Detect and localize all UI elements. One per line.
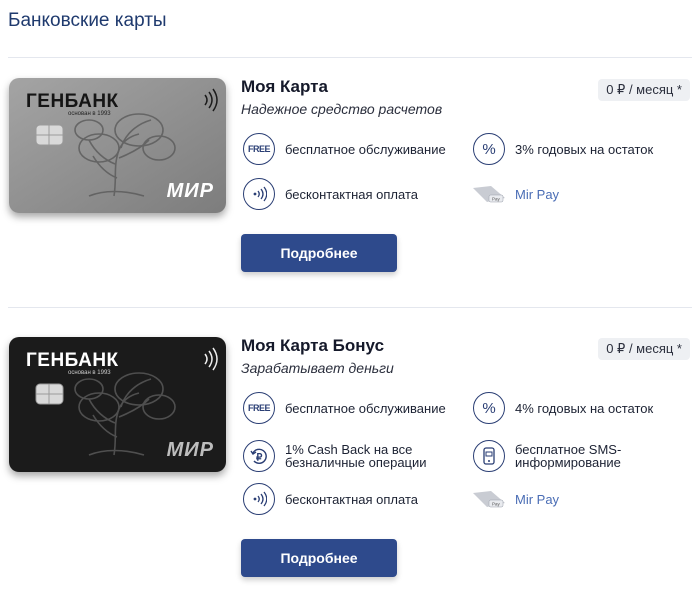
feature-interest: % 3% годовых на остаток (473, 133, 653, 165)
feature-sms: бесплатное SMS-информирование (473, 440, 635, 472)
feature-interest: % 4% годовых на остаток (473, 392, 653, 424)
price-badge: 0 ₽ / месяц * (598, 338, 690, 360)
feature-mir-pay: Pay Mir Pay (471, 489, 559, 509)
free-icon: FREE (243, 133, 275, 165)
feature-text: бесконтактная оплата (285, 186, 418, 202)
card-payment-system: МИР (166, 180, 214, 202)
feature-text: Mir Pay (515, 186, 560, 202)
card-image[interactable]: ГЕНБАНК основан в 1993 МИР (9, 337, 226, 472)
sms-icon (473, 440, 505, 472)
card-bank-logo: ГЕНБАНК (26, 91, 119, 112)
divider (8, 307, 692, 308)
feature-free-service: FREE бесплатное обслуживание (243, 133, 446, 165)
feature-free-service: FREE бесплатное обслуживание (243, 392, 446, 424)
card-image[interactable]: ГЕНБАНК основан в 1993 МИР (9, 78, 226, 213)
contactless-icon (243, 178, 275, 210)
mir-pay-icon: Pay (473, 491, 505, 508)
product-subtitle: Надежное средство расчетов (241, 101, 443, 117)
card-bank-logo-sub: основан в 1993 (68, 370, 111, 376)
card-payment-system: МИР (166, 439, 214, 461)
details-button[interactable]: Подробнее (241, 539, 397, 577)
product-subtitle: Зарабатывает деньги (241, 360, 394, 376)
feature-text: бесплатное SMS-информирование (515, 442, 622, 470)
cashback-icon: ₽ (243, 440, 275, 472)
percent-icon: % (473, 133, 505, 165)
percent-icon: % (473, 392, 505, 424)
feature-text: 3% годовых на остаток (515, 141, 654, 157)
divider (8, 57, 692, 58)
feature-text: Mir Pay (515, 491, 560, 507)
feature-contactless: бесконтактная оплата (243, 178, 418, 210)
contactless-icon (243, 483, 275, 515)
product-name: Моя Карта Бонус (241, 336, 385, 355)
price-badge: 0 ₽ / месяц * (598, 79, 690, 101)
section-title: Банковские карты (8, 10, 167, 31)
card-bank-logo-sub: основан в 1993 (68, 111, 111, 117)
card-bank-logo: ГЕНБАНК (26, 350, 119, 371)
feature-text: бесплатное обслуживание (285, 400, 446, 416)
feature-text: 1% Cash Back на все безналичные операции (285, 442, 427, 470)
product-name: Моя Карта (241, 77, 328, 96)
svg-text:₽: ₽ (256, 453, 263, 464)
feature-contactless: бесконтактная оплата (243, 483, 418, 515)
svg-text:Pay: Pay (492, 502, 501, 507)
free-icon: FREE (243, 392, 275, 424)
feature-text: бесконтактная оплата (285, 491, 418, 507)
details-button[interactable]: Подробнее (241, 234, 397, 272)
svg-text:Pay: Pay (492, 197, 501, 202)
feature-text: бесплатное обслуживание (285, 141, 446, 157)
feature-text: 4% годовых на остаток (515, 400, 654, 416)
mir-pay-icon: Pay (473, 186, 505, 203)
feature-cashback: ₽ 1% Cash Back на все безналичные операц… (243, 440, 445, 472)
feature-mir-pay: Pay Mir Pay (471, 184, 559, 204)
